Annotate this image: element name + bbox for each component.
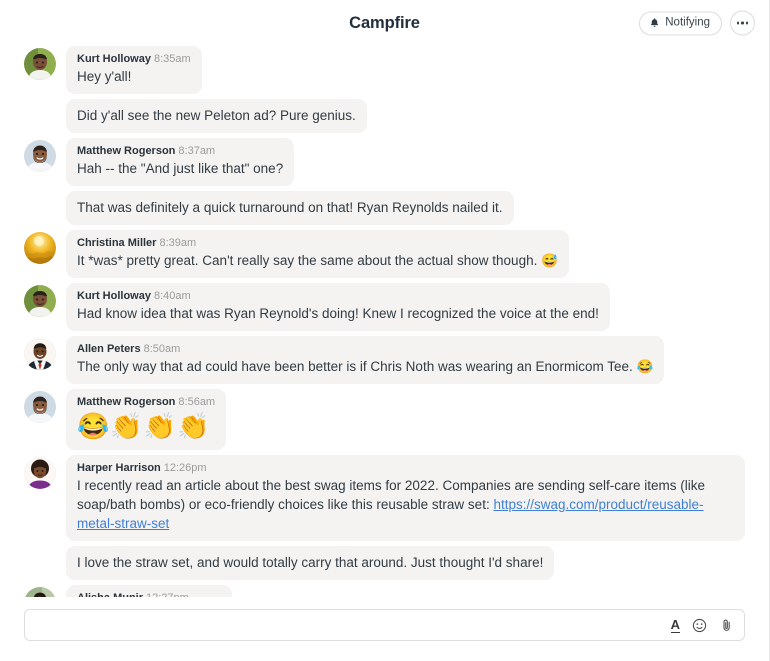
- message-meta: Harper Harrison 12:26pm: [77, 462, 734, 475]
- text-format-icon[interactable]: A: [670, 618, 680, 633]
- message-group: Allen Peters 8:50am The only way that ad c…: [24, 336, 745, 384]
- avatar[interactable]: [24, 232, 56, 264]
- sender-name: Matthew Rogerson: [77, 396, 176, 408]
- message-text: That was definitely a quick turnaround o…: [77, 200, 503, 215]
- chat-header: Campfire Notifying: [0, 0, 769, 46]
- message-timestamp: 8:40am: [153, 290, 191, 302]
- message-text: Had know idea that was Ryan Reynold's do…: [77, 306, 599, 321]
- message-bubble[interactable]: Kurt Holloway 8:35am Hey y'all!: [66, 46, 202, 94]
- message-group: Kurt Holloway 8:35am Hey y'all! Did y'all s…: [24, 46, 745, 133]
- message-meta: Allen Peters 8:50am: [77, 343, 653, 356]
- message-text: I recently read an article about the bes…: [77, 476, 734, 533]
- composer-tools: A: [661, 618, 734, 633]
- message-bubbles: Alisha Munir12:27pmOooo. +1 on the straw…: [66, 585, 745, 597]
- sender-name: Christina Miller: [77, 237, 157, 249]
- emoji-icon[interactable]: [692, 618, 707, 633]
- avatar-slot: [24, 138, 58, 172]
- notifying-label: Notifying: [665, 16, 710, 29]
- message-group: Matthew Rogerson 8:56am 😂👏👏👏: [24, 389, 745, 450]
- avatar[interactable]: [24, 285, 56, 317]
- message-bubble[interactable]: Allen Peters 8:50am The only way that ad c…: [66, 336, 665, 384]
- message-bubbles: Matthew Rogerson 8:37am Hah -- the "And ju…: [66, 138, 745, 225]
- notifying-button[interactable]: Notifying: [639, 11, 722, 35]
- bell-icon: [649, 18, 660, 29]
- message-meta: Kurt Holloway 8:35am: [77, 53, 191, 66]
- message-timestamp: 8:37am: [178, 145, 216, 157]
- message-group: Kurt Holloway 8:40am Had know idea that wa…: [24, 283, 745, 331]
- message-bubble[interactable]: Matthew Rogerson 8:56am 😂👏👏👏: [66, 389, 227, 450]
- message-meta: Christina Miller 8:39am: [77, 237, 558, 250]
- message-text: Hah -- the "And just like that" one?: [77, 161, 284, 176]
- message-timestamp: 8:50am: [143, 343, 181, 355]
- message-timestamp: 8:35am: [153, 53, 191, 65]
- message-text: The only way that ad could have been bet…: [77, 359, 654, 374]
- message-bubbles: Harper Harrison 12:26pm I recently read an…: [66, 455, 745, 580]
- avatar-slot: [24, 230, 58, 264]
- attachment-icon[interactable]: [719, 618, 734, 633]
- avatar-slot: [24, 46, 58, 80]
- message-composer[interactable]: A: [24, 609, 745, 641]
- avatar[interactable]: [24, 587, 56, 597]
- avatar-slot: [24, 283, 58, 317]
- header-actions: Notifying: [639, 10, 755, 36]
- ellipsis-icon: [741, 21, 744, 25]
- avatar[interactable]: [24, 391, 56, 423]
- message-bubbles: Kurt Holloway 8:40am Had know idea that wa…: [66, 283, 745, 331]
- chat-window: Campfire Notifying Kurt Holloway 8:35am …: [0, 0, 770, 661]
- avatar-slot: [24, 336, 58, 370]
- message-list[interactable]: Kurt Holloway 8:35am Hey y'all! Did y'all s…: [0, 46, 769, 597]
- message-bubble[interactable]: Kurt Holloway 8:40am Had know idea that wa…: [66, 283, 610, 331]
- avatar[interactable]: [24, 338, 56, 370]
- message-bubble[interactable]: Alisha Munir12:27pmOooo. +1 on the straw…: [66, 585, 232, 597]
- message-timestamp: 8:56am: [178, 396, 216, 408]
- page-title: Campfire: [349, 13, 420, 32]
- sender-name: Kurt Holloway: [77, 53, 151, 65]
- message-text: I love the straw set, and would totally …: [77, 555, 544, 570]
- message-bubbles: Christina Miller 8:39am It *was* pretty gr…: [66, 230, 745, 278]
- message-text: 😂👏👏👏: [77, 411, 211, 441]
- sender-name: Harper Harrison: [77, 462, 161, 474]
- message-group: Alisha Munir12:27pmOooo. +1 on the straw…: [24, 585, 745, 597]
- ellipsis-icon: [737, 21, 740, 25]
- sender-name: Allen Peters: [77, 343, 141, 355]
- avatar[interactable]: [24, 457, 56, 489]
- message-meta: Matthew Rogerson 8:56am: [77, 396, 215, 409]
- message-text: It *was* pretty great. Can't really say …: [77, 253, 558, 268]
- message-text: Did y'all see the new Peleton ad? Pure g…: [77, 108, 356, 123]
- message-bubble[interactable]: Matthew Rogerson 8:37am Hah -- the "And ju…: [66, 138, 295, 186]
- avatar-slot: [24, 585, 58, 597]
- more-options-button[interactable]: [730, 10, 755, 36]
- message-bubble[interactable]: I love the straw set, and would totally …: [66, 546, 555, 580]
- message-bubble[interactable]: Did y'all see the new Peleton ad? Pure g…: [66, 99, 367, 133]
- ellipsis-icon: [745, 21, 748, 25]
- message-bubble[interactable]: Christina Miller 8:39am It *was* pretty gr…: [66, 230, 569, 278]
- message-text: Hey y'all!: [77, 69, 132, 84]
- message-bubbles: Kurt Holloway 8:35am Hey y'all! Did y'all s…: [66, 46, 745, 133]
- message-bubble[interactable]: That was definitely a quick turnaround o…: [66, 191, 514, 225]
- message-meta: Matthew Rogerson 8:37am: [77, 145, 283, 158]
- message-group: Christina Miller 8:39am It *was* pretty gr…: [24, 230, 745, 278]
- composer-area: A: [0, 597, 769, 661]
- message-bubble[interactable]: Harper Harrison 12:26pm I recently read an…: [66, 455, 745, 541]
- avatar-slot: [24, 455, 58, 489]
- message-timestamp: 12:26pm: [163, 462, 207, 474]
- avatar-slot: [24, 389, 58, 423]
- message-input[interactable]: [37, 610, 661, 640]
- sender-name: Kurt Holloway: [77, 290, 151, 302]
- message-timestamp: 8:39am: [159, 237, 197, 249]
- message-bubbles: Allen Peters 8:50am The only way that ad c…: [66, 336, 745, 384]
- avatar[interactable]: [24, 48, 56, 80]
- avatar[interactable]: [24, 140, 56, 172]
- message-group: Harper Harrison 12:26pm I recently read an…: [24, 455, 745, 580]
- message-group: Matthew Rogerson 8:37am Hah -- the "And ju…: [24, 138, 745, 225]
- sender-name: Matthew Rogerson: [77, 145, 176, 157]
- message-bubbles: Matthew Rogerson 8:56am 😂👏👏👏: [66, 389, 745, 450]
- message-meta: Kurt Holloway 8:40am: [77, 290, 599, 303]
